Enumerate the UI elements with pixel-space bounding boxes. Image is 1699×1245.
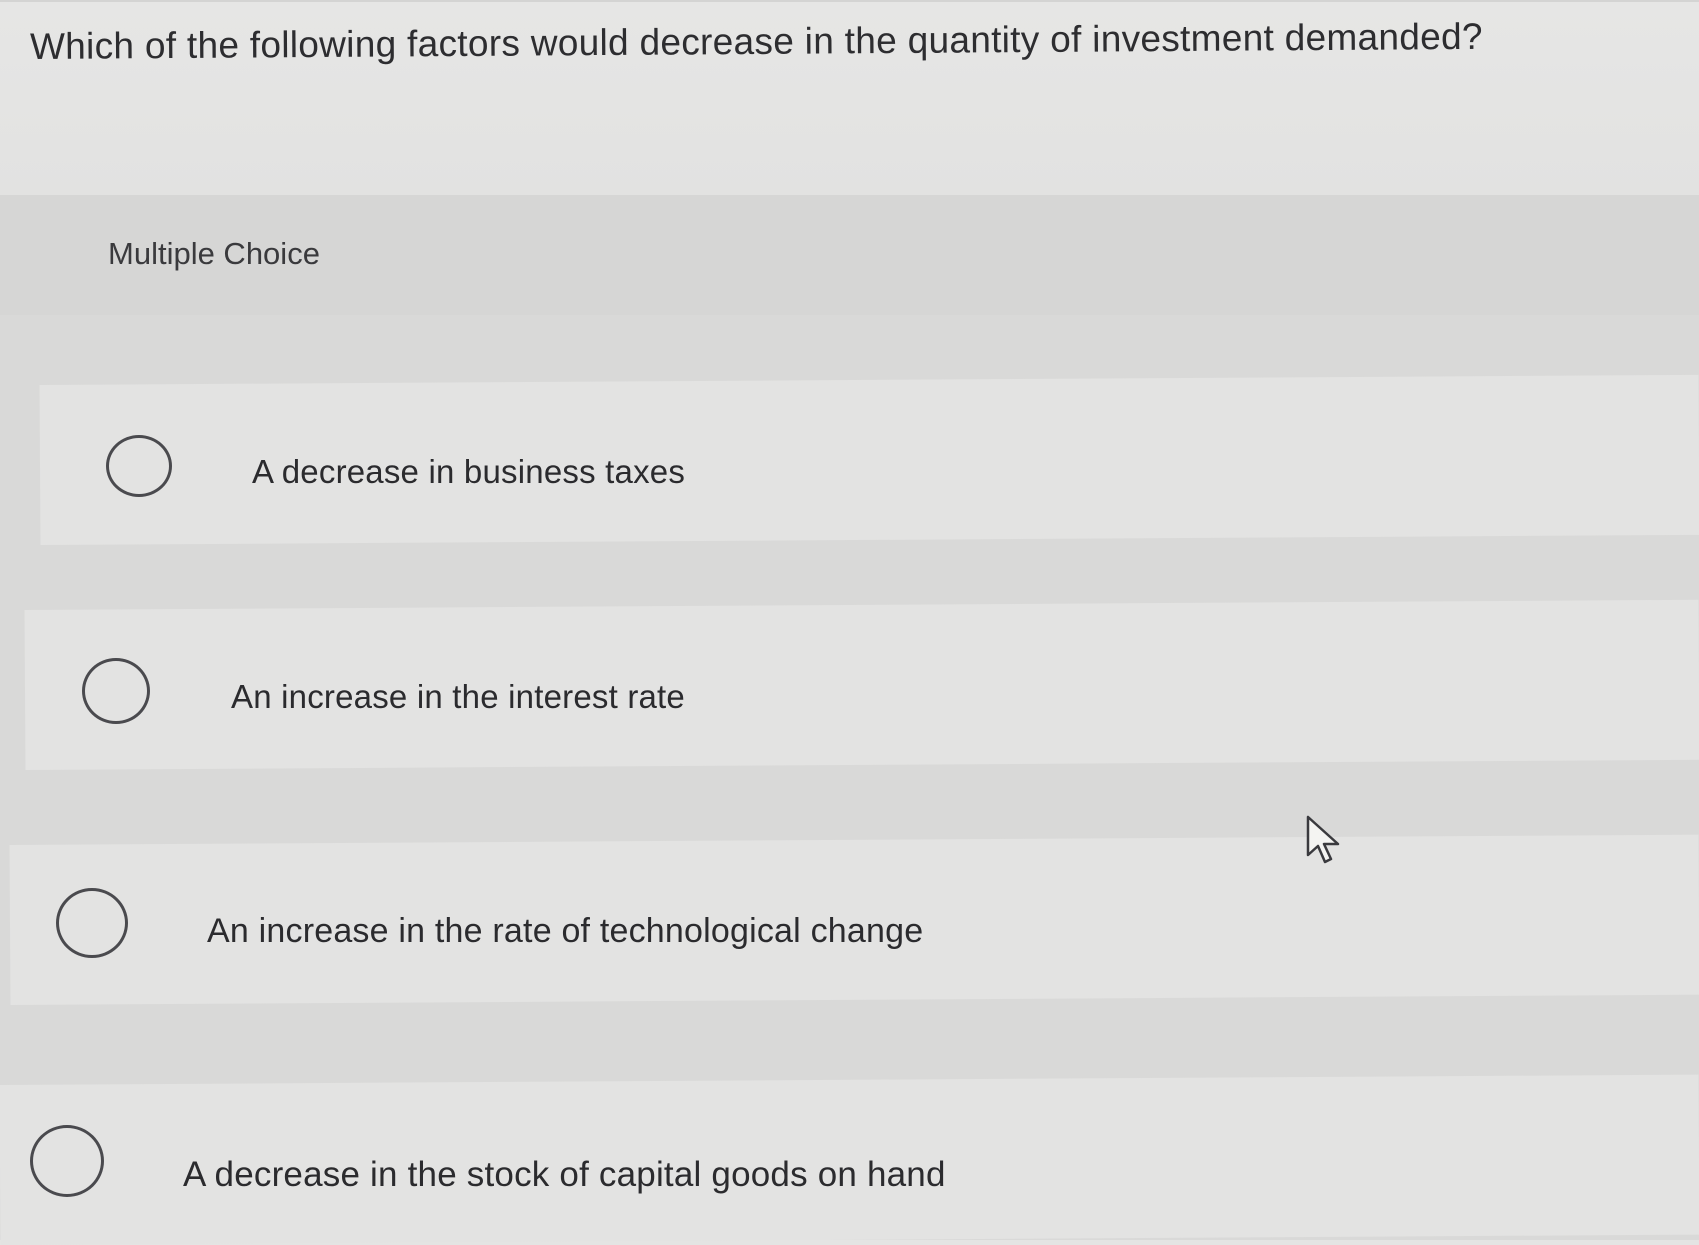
mouse-pointer-icon [1306, 815, 1340, 864]
radio-button-option-1[interactable] [106, 435, 172, 497]
quiz-page: Which of the following factors would dec… [0, 0, 1699, 1245]
multiple-choice-label: Multiple Choice [108, 236, 320, 271]
answer-option-2-label: An increase in the interest rate [231, 678, 685, 715]
radio-button-option-3[interactable] [56, 888, 128, 958]
radio-button-option-2[interactable] [82, 658, 150, 724]
question-text: Which of the following factors would dec… [29, 15, 1483, 67]
radio-button-option-4[interactable] [30, 1125, 104, 1197]
answer-option-1-label: A decrease in business taxes [252, 453, 686, 490]
answer-option-4-label: A decrease in the stock of capital goods… [183, 1155, 946, 1194]
question-area: Which of the following factors would dec… [0, 0, 1699, 197]
answer-option-3-label: An increase in the rate of technological… [207, 912, 924, 950]
